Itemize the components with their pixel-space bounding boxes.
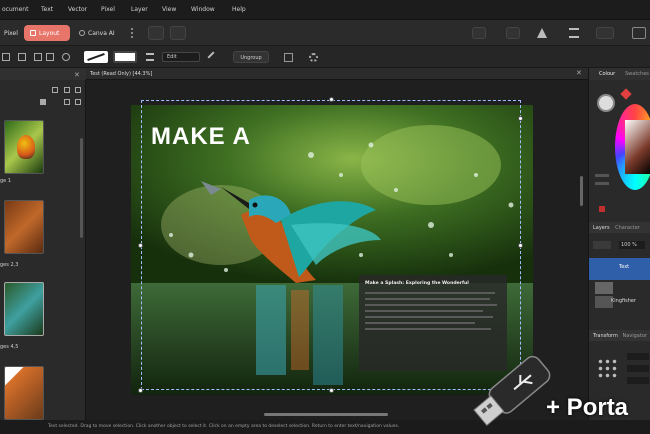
style-select-value: Edit (167, 54, 177, 60)
menu-help[interactable]: Help (232, 6, 246, 13)
pages-panel: ✕ ge 1 ges 2,3 ges 4,5 (0, 68, 86, 420)
menu-text[interactable]: Text (41, 6, 53, 13)
layers-panel-tabs: Layers Character (589, 222, 650, 233)
bird-image (17, 135, 35, 159)
group-icon[interactable] (18, 53, 26, 61)
close-document-icon[interactable]: ✕ (576, 69, 582, 77)
page-options-icon[interactable] (64, 99, 70, 105)
colour-panel-tabs: Colour Swatches (589, 68, 650, 80)
document-tab-bar: Test (Read Only) [44.3%] ✕ (86, 68, 588, 80)
portable-overlay-text: + Porta (546, 394, 629, 421)
selection-box (141, 100, 521, 390)
copy-icon[interactable] (34, 53, 42, 61)
menu-window[interactable]: Window (191, 6, 215, 13)
duplicate-icon[interactable] (46, 53, 54, 61)
page-settings-icon[interactable] (75, 99, 81, 105)
close-icon[interactable]: ✕ (74, 71, 80, 79)
canva-icon (79, 30, 85, 36)
insert-frame-icon[interactable] (2, 53, 10, 61)
page-thumbnail[interactable] (4, 282, 44, 336)
layer-name: Text (619, 264, 630, 270)
layout-persona-icon (30, 30, 36, 36)
layout-persona-label: Layout (39, 29, 60, 37)
hyphenation-icon[interactable] (537, 28, 547, 38)
assets-icon[interactable] (148, 26, 164, 40)
crop-icon[interactable] (284, 53, 293, 62)
layer-opacity-field[interactable]: 100 % (619, 241, 645, 249)
layer-row-selected[interactable]: Text (589, 258, 650, 280)
history-icon[interactable] (596, 27, 614, 39)
canva-ai-persona-button[interactable]: Canva AI (73, 25, 123, 41)
tab-character[interactable]: Character (615, 225, 640, 231)
master-icon[interactable] (40, 99, 46, 105)
selection-handle[interactable] (329, 388, 334, 393)
colour-triangle[interactable] (625, 120, 650, 174)
tab-transform[interactable]: Transform (593, 333, 618, 339)
pages-scrollbar[interactable] (80, 138, 83, 238)
y-position-field[interactable] (627, 365, 649, 372)
layer-thumbnail (595, 282, 613, 294)
vertical-scrollbar[interactable] (580, 176, 583, 206)
page-thumbnail[interactable] (4, 200, 44, 254)
no-fill-icon[interactable] (599, 206, 605, 212)
ungroup-button[interactable]: Ungroup (233, 51, 269, 63)
menu-view[interactable]: View (162, 6, 176, 13)
snapping-icon[interactable] (472, 27, 486, 39)
menu-vector[interactable]: Vector (68, 6, 87, 13)
document-tab-title[interactable]: Test (Read Only) [44.3%] (90, 71, 152, 77)
page-label: ge 1 (0, 178, 12, 184)
x-position-field[interactable] (627, 353, 649, 360)
ungroup-label: Ungroup (240, 55, 262, 61)
page-label: ges 4,5 (0, 344, 19, 350)
arrange-icon[interactable] (62, 53, 70, 61)
tab-layers[interactable]: Layers (593, 225, 610, 231)
stroke-swatch[interactable] (84, 51, 108, 63)
blend-mode-select[interactable] (593, 241, 611, 249)
fill-colour-well[interactable] (597, 94, 615, 112)
opacity-slider[interactable] (595, 174, 609, 177)
menu-bar: ocument Text Vector Pixel Layer View Win… (0, 0, 650, 20)
rotation-field[interactable] (627, 377, 649, 384)
pixel-persona-button[interactable]: Pixel (0, 25, 22, 41)
menu-document[interactable]: ocument (2, 6, 28, 13)
style-select[interactable]: Edit (162, 52, 200, 62)
page-thumbnail[interactable] (4, 120, 44, 174)
frame-icon[interactable] (170, 26, 186, 40)
studio-panels: Colour Swatches Layers Character 100 % T… (588, 68, 650, 420)
preview-icon[interactable] (506, 27, 520, 39)
menu-pixel[interactable]: Pixel (101, 6, 115, 13)
more-personas-icon[interactable] (131, 28, 133, 38)
transform-panel-tabs: Transform Navigator (589, 330, 650, 341)
anchor-grid[interactable] (597, 358, 617, 378)
horizontal-scrollbar[interactable] (264, 413, 388, 416)
selection-handle[interactable] (329, 97, 334, 102)
canva-ai-label: Canva AI (88, 29, 115, 37)
layout-persona-button[interactable]: Layout (24, 25, 70, 41)
eyedropper-icon[interactable] (620, 88, 632, 100)
add-page-icon[interactable] (52, 87, 58, 93)
opacity-slider[interactable] (595, 182, 609, 185)
selection-handle[interactable] (518, 116, 523, 121)
page-label: ges 2,3 (0, 262, 19, 268)
status-text: Text selected. Drag to move selection. C… (48, 424, 400, 429)
layer-opacity-value: 100 % (621, 242, 637, 248)
selection-handle[interactable] (518, 243, 523, 248)
pixel-persona-label: Pixel (4, 29, 18, 37)
settings-icon[interactable] (309, 53, 318, 62)
fit-icon[interactable] (632, 27, 646, 39)
delete-page-icon[interactable] (75, 87, 81, 93)
selection-handle[interactable] (138, 243, 143, 248)
stroke-width-icon[interactable] (146, 53, 154, 61)
tab-colour[interactable]: Colour (599, 71, 615, 77)
tab-navigator[interactable]: Navigator (622, 333, 646, 339)
duplicate-page-icon[interactable] (64, 87, 70, 93)
menu-layer[interactable]: Layer (131, 6, 148, 13)
align-icon[interactable] (569, 28, 579, 38)
fill-swatch[interactable] (113, 51, 137, 63)
page-thumbnail[interactable] (4, 366, 44, 420)
selection-handle[interactable] (138, 388, 143, 393)
layer-name-kingfisher[interactable]: Kingfisher (611, 298, 636, 304)
tab-swatches[interactable]: Swatches (625, 71, 649, 77)
